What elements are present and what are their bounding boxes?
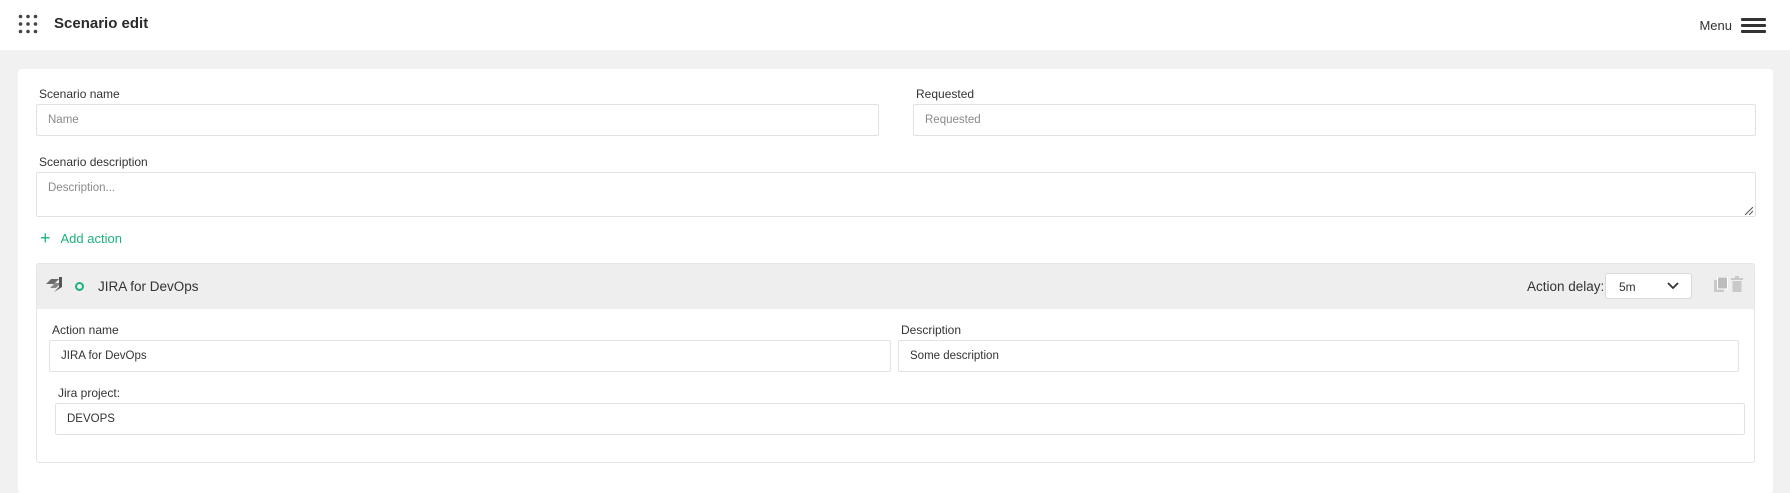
menu-button[interactable]: Menu	[1699, 14, 1766, 36]
action-name-input[interactable]	[49, 340, 891, 372]
top-bar: Scenario edit Menu	[0, 0, 1790, 50]
requested-label: Requested	[916, 87, 975, 101]
action-title: JIRA for DevOps	[98, 279, 199, 294]
menu-label: Menu	[1699, 17, 1732, 33]
requested-input[interactable]	[913, 104, 1756, 136]
add-action-button[interactable]: + Add action	[40, 229, 122, 247]
action-delay-label: Action delay:	[1527, 279, 1605, 294]
trash-icon[interactable]	[1731, 276, 1743, 292]
status-circle-icon	[75, 282, 84, 291]
action-panel: JIRA for DevOps Action delay: 5m Action …	[36, 263, 1755, 463]
hamburger-icon	[1741, 17, 1766, 33]
jira-project-input[interactable]	[55, 403, 1745, 435]
scenario-description-label: Scenario description	[39, 155, 148, 169]
action-description-input[interactable]	[898, 340, 1739, 372]
action-description-label: Description	[901, 323, 962, 337]
scenario-form-card: Scenario name Requested Scenario descrip…	[18, 69, 1773, 493]
chevron-down-icon	[1667, 282, 1679, 290]
scenario-description-input[interactable]	[36, 172, 1756, 217]
add-action-label: Add action	[60, 230, 122, 246]
apps-grid-icon[interactable]	[18, 14, 38, 34]
scenario-name-input[interactable]	[36, 104, 879, 136]
action-header[interactable]: JIRA for DevOps Action delay: 5m	[37, 264, 1754, 309]
jira-project-label: Jira project:	[58, 386, 121, 400]
action-name-label: Action name	[52, 323, 119, 337]
scenario-name-label: Scenario name	[39, 87, 120, 101]
resize-grip-icon[interactable]	[1745, 207, 1753, 215]
action-delay-value: 5m	[1619, 280, 1636, 294]
page-title: Scenario edit	[54, 15, 149, 32]
copy-icon[interactable]	[1714, 277, 1728, 293]
jira-icon	[46, 277, 62, 292]
plus-icon: +	[40, 228, 51, 248]
action-delay-select[interactable]: 5m	[1605, 273, 1692, 299]
